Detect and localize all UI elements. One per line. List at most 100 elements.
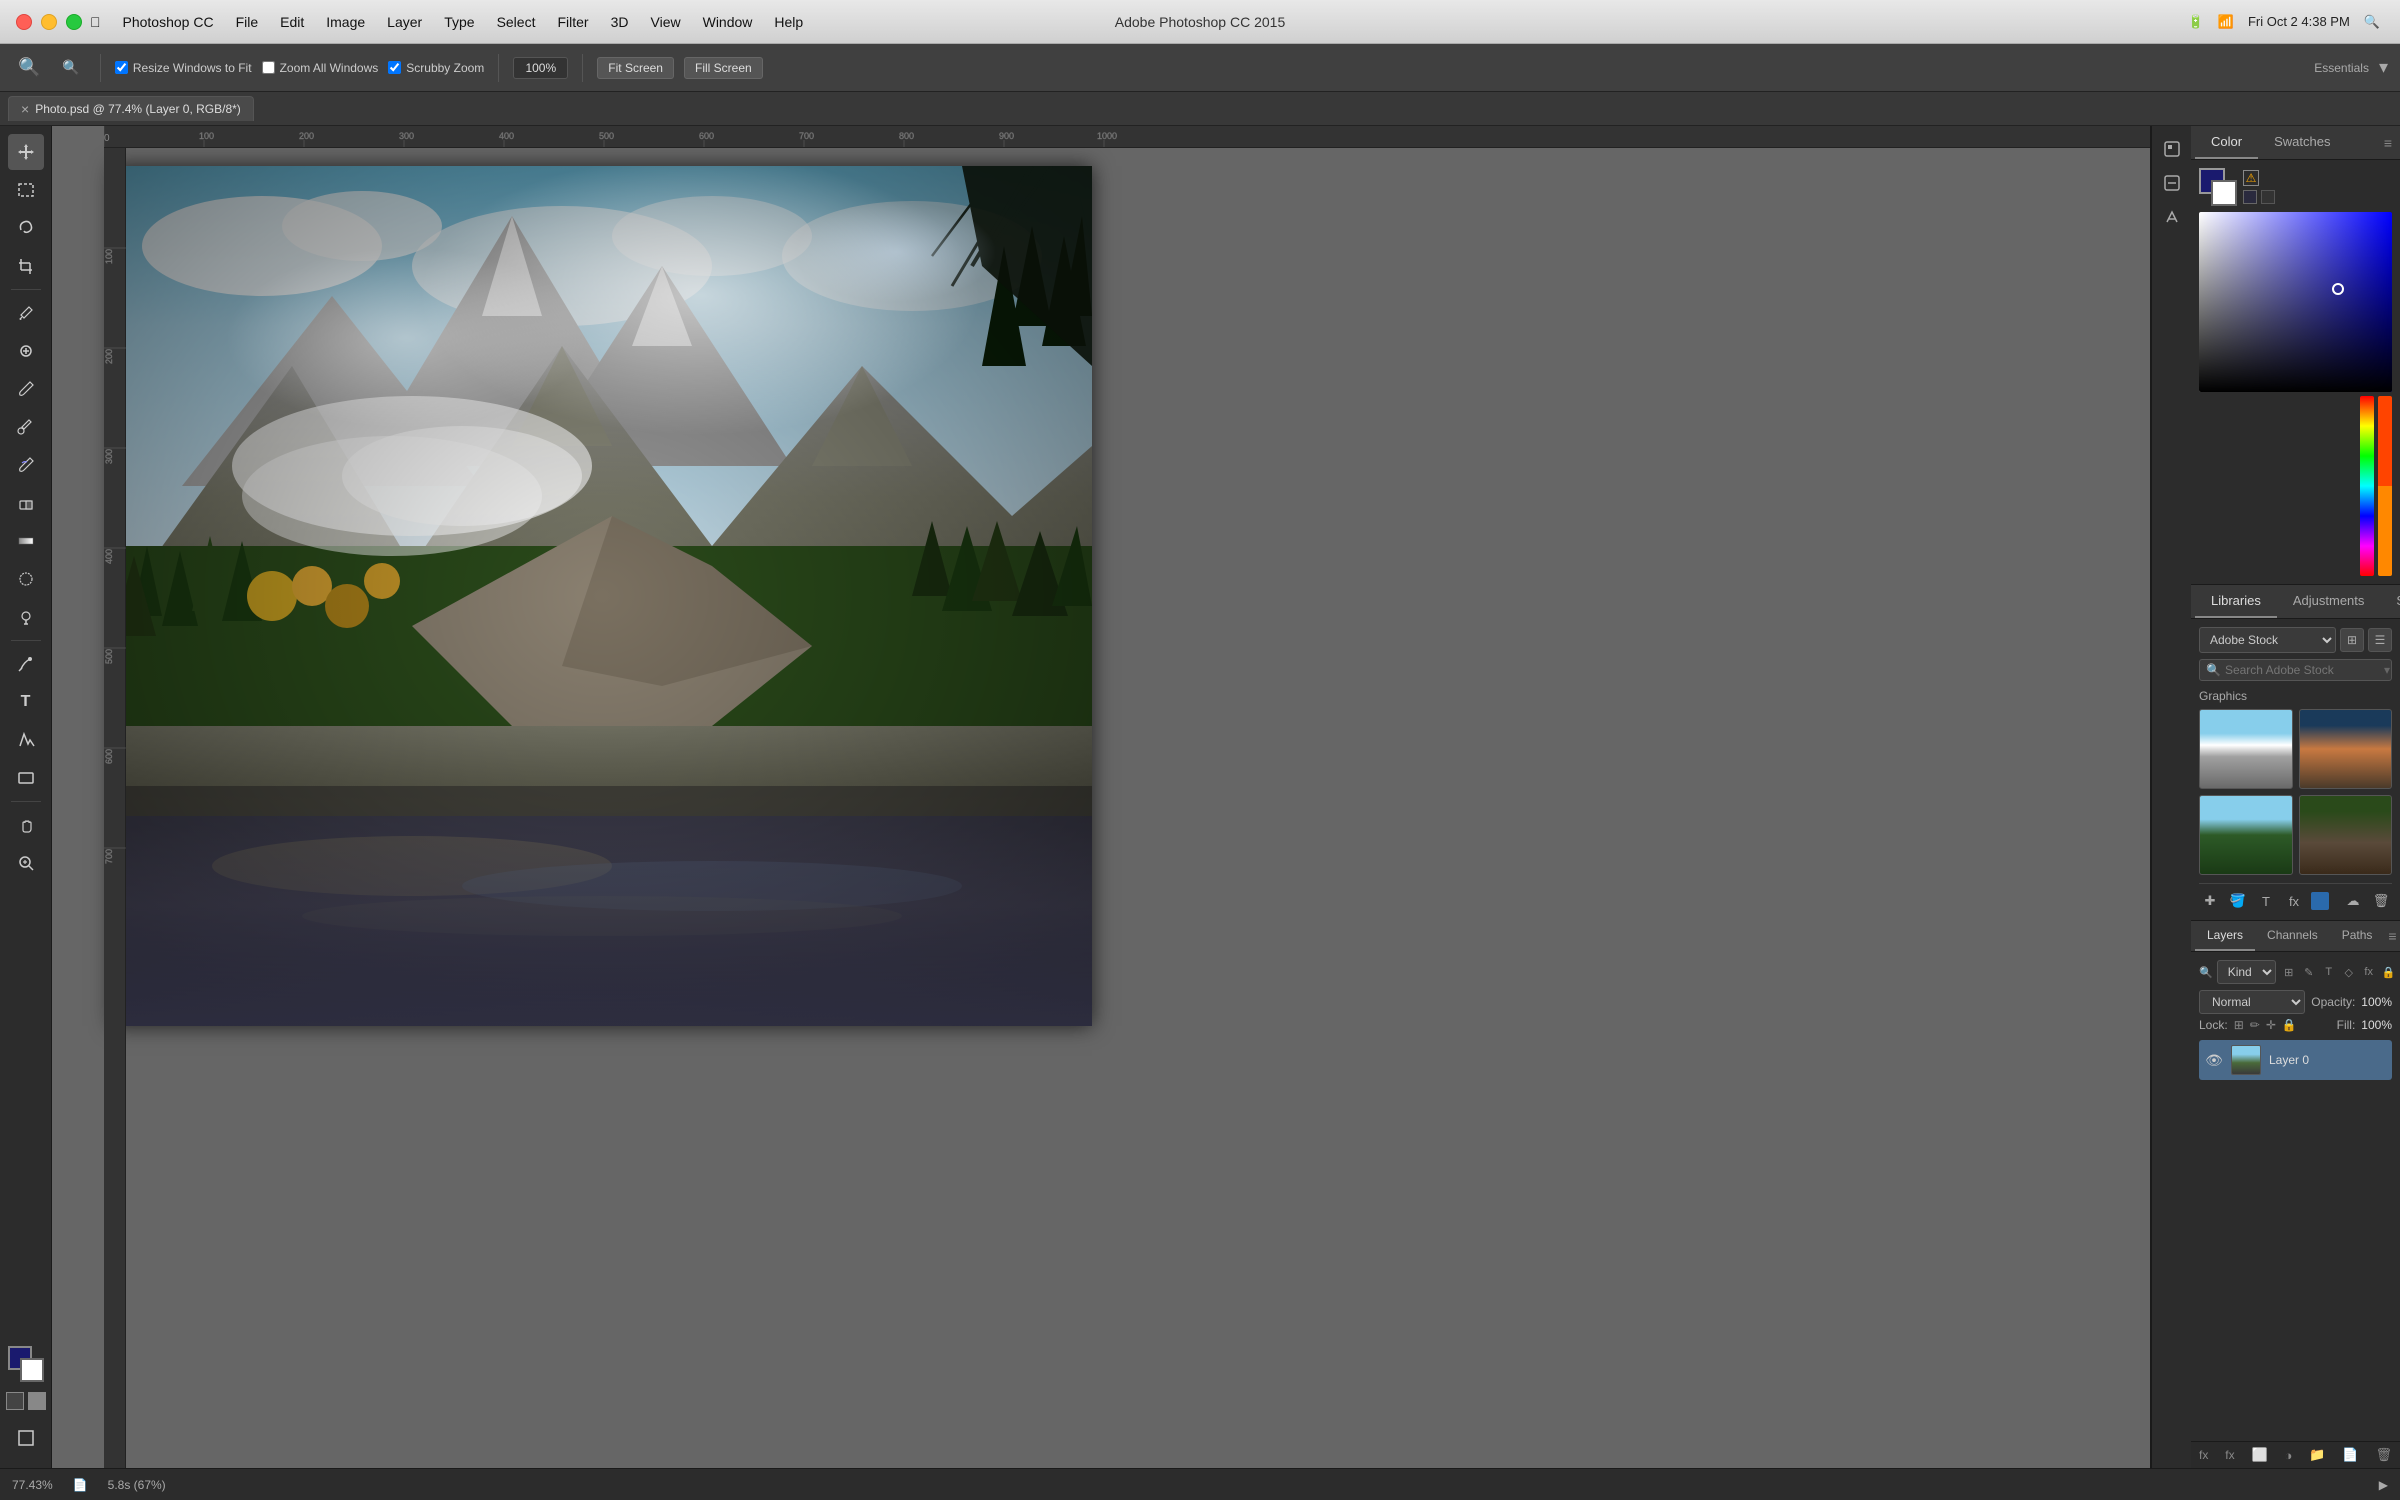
photoshop-menu[interactable]: Photoshop CC xyxy=(113,12,224,32)
background-swatch[interactable] xyxy=(2211,180,2237,206)
tab-styles[interactable]: Styles xyxy=(2380,585,2400,618)
filter-pixel-icon[interactable]: ⊞ xyxy=(2280,963,2298,981)
foreground-background-colors[interactable] xyxy=(8,1346,44,1382)
apple-menu[interactable]:  xyxy=(80,12,111,32)
new-fill-adjustment-icon[interactable]: ◑ xyxy=(2285,1448,2293,1463)
zoom-in-icon[interactable]: 🔍 xyxy=(12,55,46,80)
status-arrow[interactable]: ▶ xyxy=(2379,1478,2388,1492)
view-menu[interactable]: View xyxy=(641,12,691,32)
grid-view-button[interactable]: ⊞ xyxy=(2340,628,2364,652)
zoom-tool[interactable] xyxy=(8,845,44,881)
library-source-dropdown[interactable]: Adobe Stock xyxy=(2199,627,2336,653)
background-color[interactable] xyxy=(20,1358,44,1382)
gradient-tool[interactable] xyxy=(8,523,44,559)
cloud-sync-icon[interactable]: ☁ xyxy=(2342,890,2364,912)
type-menu[interactable]: Type xyxy=(434,12,484,32)
lock-all-icon[interactable]: 🔒 xyxy=(2282,1018,2297,1032)
filter-path-icon[interactable]: ◇ xyxy=(2340,963,2358,981)
filter-menu[interactable]: Filter xyxy=(547,12,598,32)
document-tab[interactable]: × Photo.psd @ 77.4% (Layer 0, RGB/8*) xyxy=(8,96,254,121)
type-icon[interactable]: T xyxy=(2255,890,2277,912)
eyedropper-tool[interactable] xyxy=(8,295,44,331)
graphic-thumb-2[interactable] xyxy=(2299,709,2393,789)
blend-mode-dropdown[interactable]: Normal xyxy=(2199,990,2305,1014)
lock-position-icon[interactable]: ✛ xyxy=(2266,1018,2276,1032)
color-gradient-picker[interactable] xyxy=(2199,212,2392,392)
blue-square-icon[interactable] xyxy=(2311,892,2329,910)
file-menu[interactable]: File xyxy=(226,12,269,32)
window-menu[interactable]: Window xyxy=(693,12,763,32)
tab-layers[interactable]: Layers xyxy=(2195,921,2255,951)
quick-mask-on-button[interactable] xyxy=(28,1392,46,1410)
path-selection-tool[interactable] xyxy=(8,722,44,758)
layers-panel-menu[interactable]: ≡ xyxy=(2384,924,2400,948)
gamut-warning[interactable]: ⚠ xyxy=(2243,170,2275,186)
fill-screen-button[interactable]: Fill Screen xyxy=(684,57,763,79)
quick-mask-off-button[interactable] xyxy=(6,1392,24,1410)
clone-stamp-tool[interactable] xyxy=(8,409,44,445)
graphic-thumb-1[interactable] xyxy=(2199,709,2293,789)
canvas-area[interactable]: 0 100 200 300 400 500 600 700 800 900 10… xyxy=(52,126,2150,1468)
minimize-window-button[interactable] xyxy=(41,14,57,30)
tab-channels[interactable]: Channels xyxy=(2255,921,2330,951)
document-size-icon[interactable]: 📄 xyxy=(73,1478,88,1492)
rectangular-marquee-tool[interactable] xyxy=(8,172,44,208)
lock-transparent-icon[interactable]: ⊞ xyxy=(2234,1018,2244,1032)
mini-panel-icon-1[interactable] xyxy=(2157,134,2187,164)
list-view-button[interactable]: ☰ xyxy=(2368,628,2392,652)
graphic-thumb-3[interactable] xyxy=(2199,795,2293,875)
tab-swatches[interactable]: Swatches xyxy=(2258,126,2346,159)
graphic-thumb-4[interactable] xyxy=(2299,795,2393,875)
new-layer-group-icon[interactable]: 📁 xyxy=(2309,1447,2325,1463)
traffic-lights[interactable] xyxy=(16,14,82,30)
layer-menu[interactable]: Layer xyxy=(377,12,432,32)
filter-effect-icon[interactable]: fx xyxy=(2360,963,2378,981)
dodge-tool[interactable] xyxy=(8,599,44,635)
zoom-out-icon[interactable]: 🔍 xyxy=(56,57,85,78)
help-menu[interactable]: Help xyxy=(764,12,813,32)
blur-tool[interactable] xyxy=(8,561,44,597)
tab-close-button[interactable]: × xyxy=(21,101,29,117)
spotlight-icon[interactable]: 🔍 xyxy=(2364,14,2380,30)
filter-adj-icon[interactable]: ✎ xyxy=(2300,963,2318,981)
pen-tool[interactable] xyxy=(8,646,44,682)
select-menu[interactable]: Select xyxy=(487,12,546,32)
delete-layer-icon[interactable]: 🗑 xyxy=(2375,1447,2392,1463)
paint-bucket-icon[interactable]: 🪣 xyxy=(2227,890,2249,912)
stock-search-input[interactable] xyxy=(2225,663,2380,677)
brush-tool[interactable] xyxy=(8,371,44,407)
tab-color[interactable]: Color xyxy=(2195,126,2258,159)
lasso-tool[interactable] xyxy=(8,210,44,246)
layer-filter-dropdown[interactable]: Kind xyxy=(2217,960,2276,984)
hue-slider[interactable] xyxy=(2360,396,2374,576)
move-tool[interactable] xyxy=(8,134,44,170)
crop-tool[interactable] xyxy=(8,248,44,284)
filter-type-icon[interactable]: T xyxy=(2320,963,2338,981)
type-tool[interactable]: T xyxy=(8,684,44,720)
fx-icon[interactable]: fx xyxy=(2283,890,2305,912)
link-layers-icon[interactable]: fx xyxy=(2199,1448,2208,1462)
add-layer-mask-icon[interactable]: ⬜ xyxy=(2251,1447,2267,1463)
healing-brush-tool[interactable] xyxy=(8,333,44,369)
eraser-tool[interactable] xyxy=(8,485,44,521)
mini-panel-icon-2[interactable] xyxy=(2157,168,2187,198)
tab-paths[interactable]: Paths xyxy=(2330,921,2385,951)
rectangle-shape-tool[interactable] xyxy=(8,760,44,796)
history-brush-tool[interactable] xyxy=(8,447,44,483)
scrubby-zoom-checkbox[interactable] xyxy=(388,61,401,74)
color-panel-menu[interactable]: ≡ xyxy=(2380,131,2396,155)
image-menu[interactable]: Image xyxy=(316,12,375,32)
search-dropdown-icon[interactable]: ▾ xyxy=(2384,663,2390,677)
tab-libraries[interactable]: Libraries xyxy=(2195,585,2277,618)
hand-tool[interactable] xyxy=(8,807,44,843)
proof-color-indicator[interactable] xyxy=(2243,190,2275,204)
zoom-all-windows-checkbox[interactable] xyxy=(262,61,275,74)
workspace-dropdown-icon[interactable]: ▾ xyxy=(2379,57,2388,78)
close-window-button[interactable] xyxy=(16,14,32,30)
new-layer-icon[interactable]: 📄 xyxy=(2342,1447,2358,1463)
edit-menu[interactable]: Edit xyxy=(270,12,314,32)
trash-icon[interactable]: 🗑 xyxy=(2370,890,2392,912)
mini-panel-icon-3[interactable] xyxy=(2157,202,2187,232)
add-layer-style-icon[interactable]: fx xyxy=(2225,1448,2234,1462)
fit-screen-button[interactable]: Fit Screen xyxy=(597,57,674,79)
